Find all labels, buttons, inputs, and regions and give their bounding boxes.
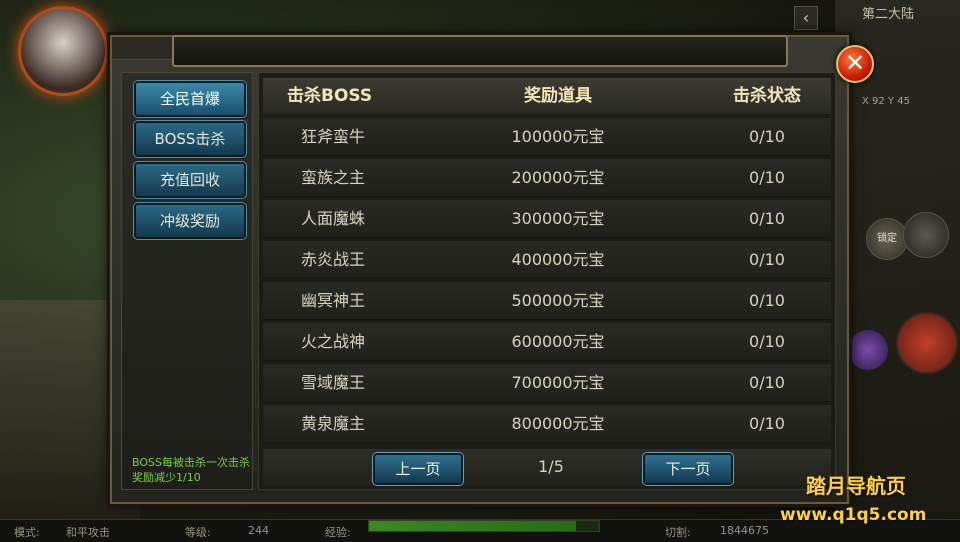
kill-label: 切割:: [665, 526, 691, 539]
header-status: 击杀状态: [733, 86, 801, 106]
exp-bar: [368, 520, 600, 532]
kill-status: 0/10: [749, 250, 785, 269]
player-avatar[interactable]: [18, 6, 108, 96]
watermark-url: www.q1q5.com: [780, 505, 927, 525]
table-row: 狂斧蛮牛 100000元宝 0/10: [263, 118, 831, 156]
reward-item: 300000元宝: [511, 209, 605, 228]
kill-status: 0/10: [749, 414, 785, 433]
map-name: 第二大陆: [862, 7, 915, 22]
sidebar-item-first-drop[interactable]: 全民首爆: [133, 80, 247, 118]
boss-name: 雪域魔王: [300, 373, 365, 392]
attack-icon[interactable]: [896, 312, 958, 374]
sidebar-item-recharge-recycle[interactable]: 充值回收: [133, 161, 247, 199]
exp-label: 经验:: [325, 526, 351, 539]
reward-item: 700000元宝: [511, 373, 605, 392]
mode-value[interactable]: 和平攻击: [66, 524, 110, 540]
reward-item: 600000元宝: [511, 332, 605, 351]
table-row: 赤炎战王 400000元宝 0/10: [263, 241, 831, 279]
orb-skill-icon[interactable]: [848, 330, 888, 370]
kill-status: 0/10: [749, 168, 785, 187]
header-boss: 击杀BOSS: [287, 86, 373, 106]
page-number: 1/5: [538, 457, 564, 476]
exp-bar-fill: [369, 521, 576, 531]
panel-title-bar: [172, 35, 788, 67]
sidebar-item-level-reward[interactable]: 冲级奖励: [133, 202, 247, 240]
table-row: 幽冥神王 500000元宝 0/10: [263, 282, 831, 320]
boss-name: 火之战神: [300, 332, 365, 351]
sidebar-item-boss-kill[interactable]: BOSS击杀: [133, 120, 247, 158]
header-reward: 奖励道具: [524, 86, 592, 106]
table-row: 黄泉魔主 800000元宝 0/10: [263, 405, 831, 443]
table-row: 火之战神 600000元宝 0/10: [263, 323, 831, 361]
table-row: 人面魔蛛 300000元宝 0/10: [263, 200, 831, 238]
prev-page-button[interactable]: 上一页: [372, 452, 464, 486]
close-icon: ✕: [844, 49, 866, 77]
kill-status: 0/10: [749, 209, 785, 228]
table-row: 雪域魔王 700000元宝 0/10: [263, 364, 831, 402]
kill-value: 1844675: [720, 524, 769, 537]
next-page-button[interactable]: 下一页: [642, 452, 734, 486]
boss-table: 击杀BOSS 奖励道具 击杀状态 狂斧蛮牛 100000元宝 0/10 蛮族之主…: [258, 72, 836, 490]
coordinates: X 92 Y 45: [862, 96, 910, 107]
kill-status: 0/10: [749, 373, 785, 392]
pagination: 上一页 1/5 下一页: [263, 449, 831, 486]
reward-item: 500000元宝: [511, 291, 605, 310]
table-row: 蛮族之主 200000元宝 0/10: [263, 159, 831, 197]
boss-name: 人面魔蛛: [300, 209, 365, 228]
boss-name: 蛮族之主: [300, 168, 365, 187]
kill-status: 0/10: [749, 127, 785, 146]
level-value: 244: [248, 524, 269, 537]
boss-name: 黄泉魔主: [300, 414, 365, 433]
back-arrow-icon[interactable]: ‹: [794, 6, 818, 30]
reward-item: 800000元宝: [511, 414, 605, 433]
boss-name: 赤炎战王: [300, 250, 365, 269]
level-label: 等级:: [185, 526, 211, 539]
kill-status: 0/10: [749, 332, 785, 351]
lock-target-icon[interactable]: 锁定: [866, 218, 908, 260]
boss-name: 狂斧蛮牛: [300, 127, 365, 146]
watermark-title: 踏月导航页: [806, 474, 906, 498]
skill-icon[interactable]: [903, 212, 949, 258]
table-header: 击杀BOSS 奖励道具 击杀状态: [263, 78, 831, 114]
panel-corner: [112, 37, 172, 60]
sidebar: 全民首爆 BOSS击杀 充值回收 冲级奖励 BOSS每被击杀一次击杀奖励减少1/…: [121, 72, 253, 490]
kill-status: 0/10: [749, 291, 785, 310]
mode-label: 模式:: [14, 526, 40, 539]
boss-kill-note: BOSS每被击杀一次击杀奖励减少1/10: [132, 456, 250, 484]
reward-item: 400000元宝: [511, 250, 605, 269]
reward-item: 100000元宝: [511, 127, 605, 146]
reward-item: 200000元宝: [511, 168, 605, 187]
close-button[interactable]: ✕: [836, 45, 874, 83]
boss-name: 幽冥神王: [300, 291, 365, 310]
